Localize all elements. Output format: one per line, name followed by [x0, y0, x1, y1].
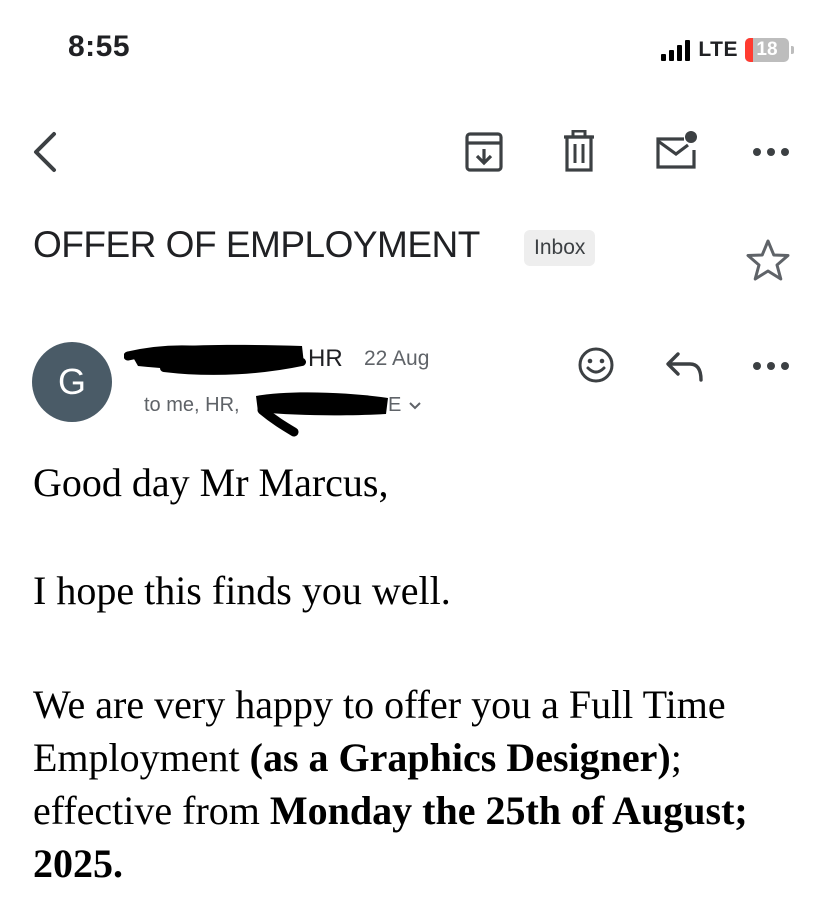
recipients-tail: E	[388, 394, 402, 416]
emoji-reaction-icon[interactable]	[577, 346, 615, 384]
redaction-mark-recipients	[256, 392, 388, 437]
email-subject: OFFER OF EMPLOYMENT	[33, 224, 480, 265]
trash-icon[interactable]	[562, 130, 596, 172]
archive-icon[interactable]	[465, 132, 503, 172]
signal-icon	[661, 39, 691, 61]
reply-icon[interactable]	[664, 350, 704, 382]
sender-name[interactable]: HR	[308, 345, 343, 373]
recipients-text[interactable]: to me, HR,	[144, 394, 240, 417]
star-icon[interactable]	[745, 238, 791, 282]
battery-icon: 18	[745, 38, 789, 62]
body-greeting: Good day Mr Marcus,	[33, 460, 389, 505]
body-paragraph: We are very happy to offer you a Full Ti…	[33, 678, 793, 890]
job-title-text: (as a Graphics Designer)	[249, 735, 671, 780]
battery-level: 18	[756, 39, 778, 60]
status-indicators: LTE 18	[661, 38, 794, 62]
back-chevron-icon[interactable]	[30, 130, 60, 174]
inbox-label-chip[interactable]: Inbox	[524, 230, 596, 266]
mark-unread-icon[interactable]	[654, 130, 700, 170]
message-more-icon[interactable]	[752, 360, 790, 372]
chevron-down-icon[interactable]	[408, 400, 422, 412]
email-screen: 8:55 LTE 18 OFFER OF EMPLOYMENT Inbox G …	[0, 0, 828, 911]
email-date: 22 Aug	[364, 347, 430, 370]
more-options-icon[interactable]	[752, 146, 790, 158]
network-type: LTE	[698, 38, 738, 61]
body-line: I hope this finds you well.	[33, 568, 451, 613]
status-time: 8:55	[68, 30, 131, 63]
redaction-mark	[124, 344, 306, 375]
sender-avatar[interactable]: G	[32, 342, 112, 422]
